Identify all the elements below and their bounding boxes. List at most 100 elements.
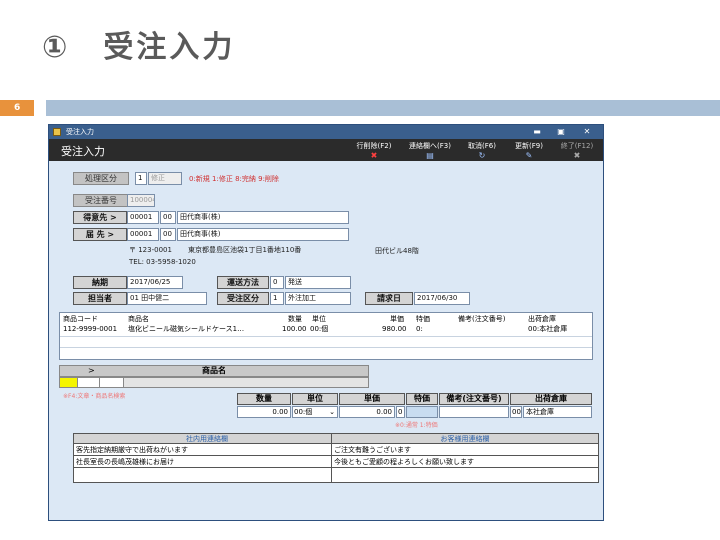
product-name-header: > 商品名 [59, 365, 369, 377]
undo-icon: ↻ [478, 151, 486, 160]
product-code-cell-1[interactable] [60, 378, 78, 387]
update-button-label: 更新(F9) [515, 142, 543, 150]
customer-memo-line-2[interactable]: 今後ともご愛顧の程よろしくお願い致します [332, 456, 598, 468]
customer-memo-box: お客様用連絡欄 ご注文有難うございます 今後ともご愛顧の程よろしくお願い致します [331, 433, 599, 483]
ship-to-code-field[interactable]: 00001 [127, 228, 159, 241]
form-title: 受注入力 [61, 145, 105, 158]
ship-to-lookup-button[interactable]: 届 先 > [73, 228, 127, 241]
close-button[interactable]: ✕ [577, 126, 597, 138]
cancel-button[interactable]: 取消(F6) ↻ [459, 141, 505, 160]
delete-row-label: 行削除(F2) [356, 142, 392, 150]
product-name-label: 商品名 [202, 366, 226, 375]
exit-icon: ✖ [573, 151, 581, 160]
detail-warehouse-code[interactable]: 00 [510, 406, 522, 418]
staff-label: 担当者 [73, 292, 127, 305]
window-title: 受注入力 [66, 128, 94, 136]
minimize-button[interactable]: ▬ [527, 126, 547, 138]
row-price: 980.00 [382, 325, 407, 333]
exit-button-label: 終了(F12) [560, 142, 594, 150]
internal-memo-header: 社内用連絡欄 [74, 434, 340, 444]
row-warehouse: 00:本社倉庫 [528, 325, 568, 333]
detail-qty-field[interactable]: 0.00 [237, 406, 291, 418]
save-icon: ✎ [525, 151, 533, 160]
address: 東京都豊島区池袋1丁目1番地110番 [188, 246, 302, 254]
detail-warehouse-header: 出荷倉庫 [510, 393, 592, 405]
row-unit: 00:個 [310, 325, 329, 333]
internal-memo-line-3[interactable] [74, 468, 340, 480]
order-entry-window: 受注入力 ▬ ▣ ✕ 受注入力 行削除(F2) ✖ 連絡欄へ(F3) ▤ 取消(… [48, 124, 604, 521]
memo-button-label: 連絡欄へ(F3) [409, 142, 451, 150]
detail-price-header: 単価 [339, 393, 405, 405]
col-warehouse: 出荷倉庫 [528, 315, 556, 323]
transport-name-field: 発送 [285, 276, 351, 289]
grid-line [60, 347, 592, 348]
chevron-down-icon: ⌄ [329, 408, 335, 416]
internal-memo-box: 社内用連絡欄 客先指定納期厳守で出荷ねがいます 社長室長の長嶋茂雄様にお届け [73, 433, 341, 483]
col-unit: 単位 [312, 315, 326, 323]
detail-remark-header: 備考(注文番号) [439, 393, 509, 405]
update-button[interactable]: 更新(F9) ✎ [507, 141, 551, 160]
detail-remark-field[interactable] [439, 406, 509, 418]
building: 田代ビル48階 [375, 247, 419, 255]
product-entry-row [59, 377, 369, 388]
customer-name-field[interactable]: 田代商事(株) [177, 211, 349, 224]
delivery-date-label: 納期 [73, 276, 127, 289]
product-search-hint: ※F4:文章・商品名検索 [63, 393, 126, 400]
customer-lookup-button[interactable]: 得意先 > [73, 211, 127, 224]
cancel-button-label: 取消(F6) [468, 142, 496, 150]
ship-to-name-field[interactable]: 田代商事(株) [177, 228, 349, 241]
detail-special-name [406, 406, 438, 418]
customer-memo-line-1[interactable]: ご注文有難うございます [332, 444, 598, 456]
delete-row-button[interactable]: 行削除(F2) ✖ [349, 141, 399, 160]
billing-date-label: 請求日 [365, 292, 413, 305]
delivery-date-field[interactable]: 2017/06/25 [127, 276, 183, 289]
product-code-cell-3[interactable] [100, 378, 124, 387]
staff-field[interactable]: 01 田中健二 [127, 292, 207, 305]
billing-date-field[interactable]: 2017/06/30 [414, 292, 470, 305]
order-type-code-field[interactable]: 1 [270, 292, 284, 305]
col-product-code: 商品コード [63, 315, 98, 323]
transport-method-label: 運送方法 [217, 276, 269, 289]
product-name-cell[interactable] [124, 378, 368, 387]
table-header: 商品コード 商品名 数量 単位 単価 特価 備考(注文番号) 出荷倉庫 [60, 314, 592, 324]
maximize-button[interactable]: ▣ [551, 126, 571, 138]
customer-sub-field[interactable]: 00 [160, 211, 176, 224]
exit-button[interactable]: 終了(F12) ✖ [554, 141, 600, 160]
row-product-code: 112-9999-0001 [63, 325, 118, 333]
delete-row-icon: ✖ [370, 151, 378, 160]
slide-title: ① 受注入力 [42, 30, 236, 65]
special-price-hint: ※0:通常 1:特価 [395, 422, 438, 429]
customer-code-field[interactable]: 00001 [127, 211, 159, 224]
detail-price-field[interactable]: 0.00 [339, 406, 395, 418]
app-icon [53, 128, 61, 136]
memo-button[interactable]: 連絡欄へ(F3) ▤ [404, 141, 456, 160]
grid-line [60, 336, 592, 337]
product-search-arrow[interactable]: > [88, 366, 95, 376]
form-header: 受注入力 行削除(F2) ✖ 連絡欄へ(F3) ▤ 取消(F6) ↻ 更新(F9… [49, 139, 603, 161]
memo-icon: ▤ [426, 151, 434, 160]
order-lines-table: 商品コード 商品名 数量 単位 単価 特価 備考(注文番号) 出荷倉庫 112-… [59, 312, 593, 360]
row-special: 0: [416, 325, 423, 333]
order-type-name-field: 外注加工 [285, 292, 351, 305]
table-row[interactable]: 112-9999-0001 塩化ビニール磁気シールドケース1… 100.00 0… [60, 324, 592, 334]
col-special: 特価 [416, 315, 430, 323]
order-number-field: 100004 [127, 194, 155, 207]
customer-memo-line-3[interactable] [332, 468, 598, 480]
slide-header-bar: 6 [0, 100, 720, 116]
ship-to-sub-field[interactable]: 00 [160, 228, 176, 241]
process-type-code[interactable]: 1 [135, 172, 147, 185]
detail-special-field[interactable]: 0 [396, 406, 405, 418]
process-type-name: 修正 [148, 172, 182, 185]
col-price: 単価 [390, 315, 404, 323]
detail-unit-select[interactable]: 00:個 ⌄ [292, 406, 338, 418]
transport-code-field[interactable]: 0 [270, 276, 284, 289]
row-product-name: 塩化ビニール磁気シールドケース1… [128, 325, 245, 333]
col-remark: 備考(注文番号) [458, 315, 506, 323]
internal-memo-line-2[interactable]: 社長室長の長嶋茂雄様にお届け [74, 456, 340, 468]
col-product-name: 商品名 [128, 315, 149, 323]
product-code-cell-2[interactable] [78, 378, 100, 387]
postal-code: 〒 123-0001 [129, 246, 172, 254]
internal-memo-line-1[interactable]: 客先指定納期厳守で出荷ねがいます [74, 444, 340, 456]
slide-page-number: 6 [0, 100, 34, 116]
detail-warehouse-name: 本社倉庫 [523, 406, 592, 418]
